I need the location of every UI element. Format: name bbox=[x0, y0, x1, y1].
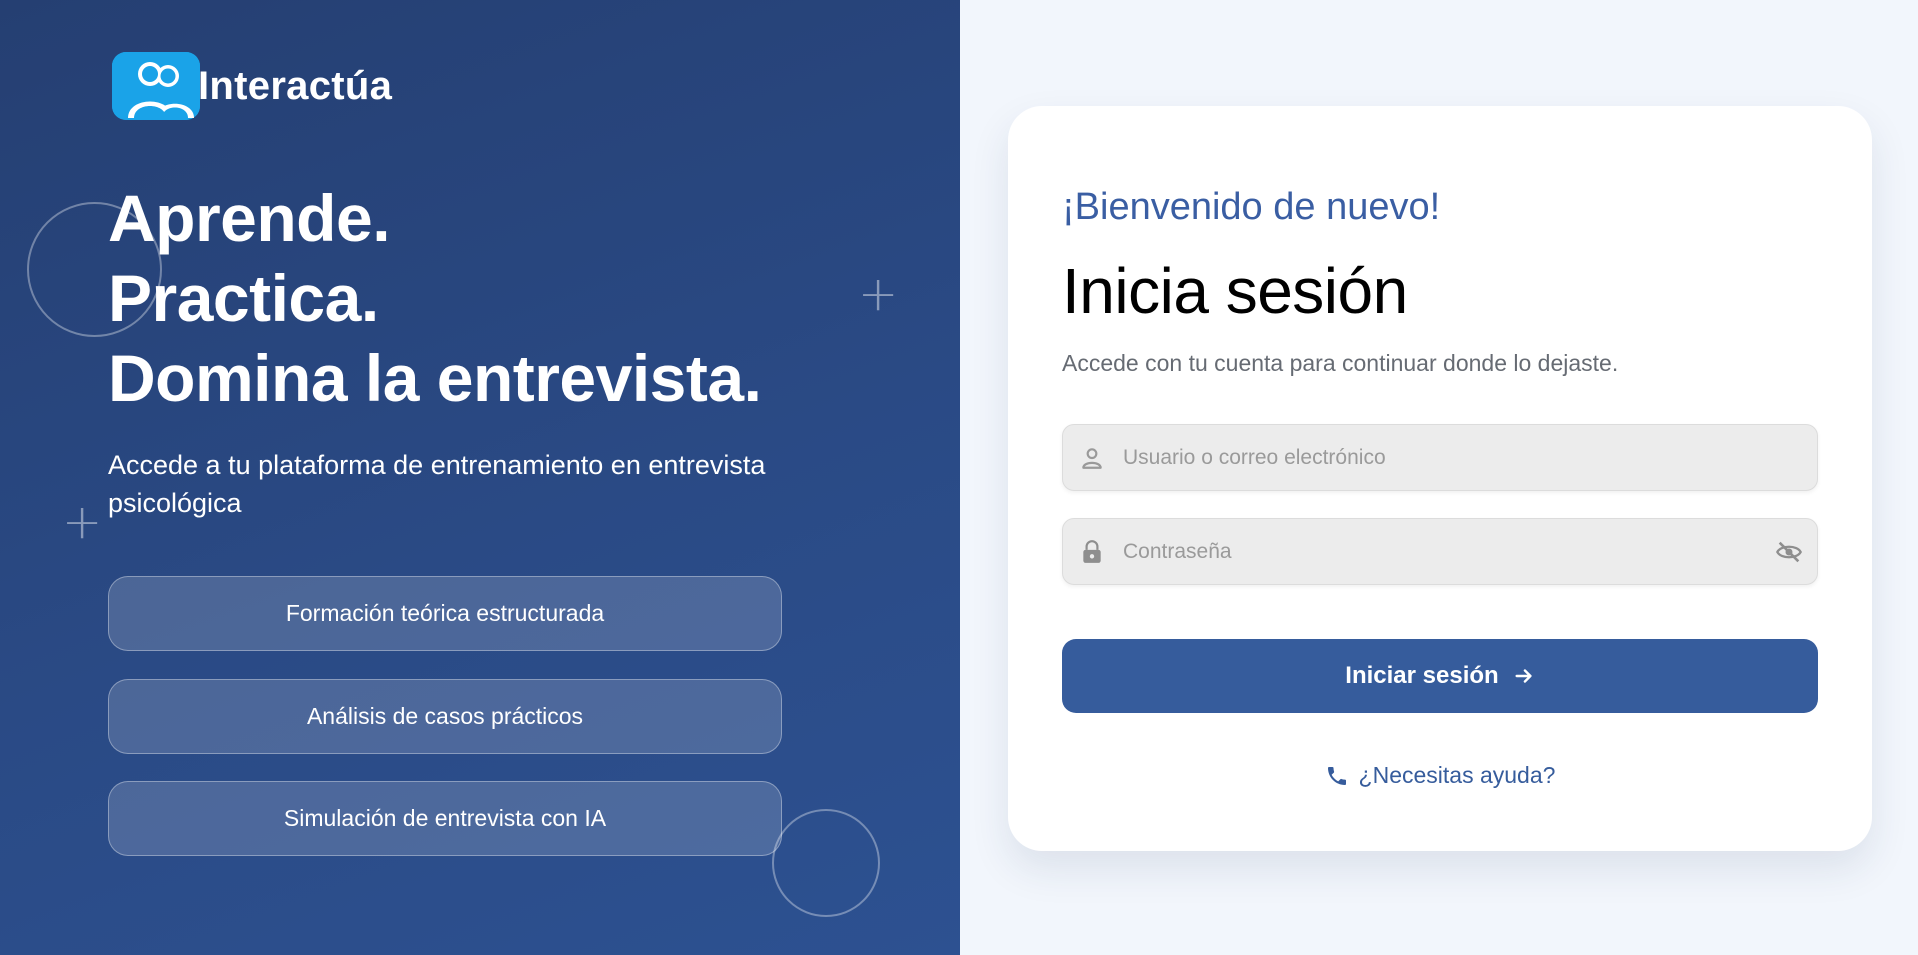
phone-icon bbox=[1327, 766, 1346, 785]
feature-pill: Simulación de entrevista con IA bbox=[108, 781, 782, 856]
username-input[interactable] bbox=[1123, 425, 1743, 490]
headline-line: Domina la entrevista. bbox=[108, 341, 762, 415]
page-title: Inicia sesión bbox=[1062, 255, 1408, 327]
login-button-label: Iniciar sesión bbox=[1345, 662, 1499, 689]
eye-off-icon[interactable] bbox=[1773, 538, 1805, 566]
password-field[interactable] bbox=[1062, 518, 1818, 585]
person-icon bbox=[1079, 445, 1105, 471]
decorative-circle bbox=[772, 809, 880, 917]
help-link[interactable]: ¿Necesitas ayuda? bbox=[1008, 762, 1872, 789]
brand-name: Interactúa bbox=[198, 63, 393, 108]
lock-icon bbox=[1079, 539, 1105, 565]
decorative-plus-icon: + bbox=[62, 494, 103, 550]
help-label: ¿Necesitas ayuda? bbox=[1358, 762, 1556, 788]
feature-pill: Formación teórica estructurada bbox=[108, 576, 782, 651]
hero-subtitle: Accede a tu plataforma de entrenamiento … bbox=[108, 450, 766, 518]
password-input[interactable] bbox=[1123, 519, 1743, 584]
login-button[interactable]: Iniciar sesión bbox=[1062, 639, 1818, 713]
feature-pill: Análisis de casos prácticos bbox=[108, 679, 782, 754]
hero-headline: Aprende. Practica. Domina la entrevista. bbox=[108, 178, 762, 418]
decorative-plus-icon: + bbox=[858, 266, 899, 322]
login-description: Accede con tu cuenta para continuar dond… bbox=[1062, 350, 1619, 376]
username-field[interactable] bbox=[1062, 424, 1818, 491]
arrow-right-icon bbox=[1515, 669, 1532, 683]
headline-line: Aprende. bbox=[108, 181, 391, 255]
brand-logo: Interactúa bbox=[110, 52, 392, 120]
headline-line: Practica. bbox=[108, 261, 379, 335]
welcome-text: ¡Bienvenido de nuevo! bbox=[1062, 186, 1441, 228]
two-people-icon bbox=[110, 52, 202, 120]
login-card: ¡Bienvenido de nuevo! Inicia sesión Acce… bbox=[1008, 106, 1872, 851]
brand-panel: + + Interactúa Aprende. Practica. Domina… bbox=[0, 0, 960, 955]
